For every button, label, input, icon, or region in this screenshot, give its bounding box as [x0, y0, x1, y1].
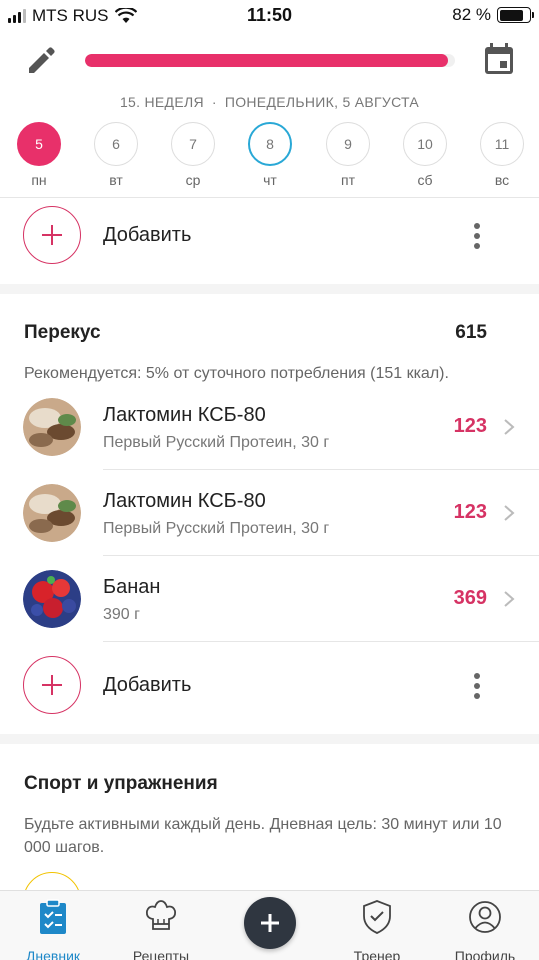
snack-total: 615: [455, 322, 487, 343]
day-mon[interactable]: 5 пн: [17, 122, 61, 188]
calorie-progress-bar: [85, 54, 455, 67]
add-circle-button[interactable]: [23, 206, 81, 264]
food-thumbnail: [23, 484, 81, 542]
status-bar: MTS RUS 11:50 82 %: [0, 0, 539, 32]
food-kcal: 369: [453, 587, 487, 609]
food-portion: 390 г: [103, 606, 140, 623]
day-name: сб: [417, 172, 433, 188]
diary-header: 15. НЕДЕЛЯ · ПОНЕДЕЛЬНИК, 5 АВГУСТА 5 пн 6…: [0, 32, 539, 192]
add-label: Добавить: [103, 674, 192, 696]
day-name: пт: [341, 172, 355, 188]
tab-label: Рецепты: [132, 948, 190, 960]
food-item[interactable]: Лактомин КСБ-80 Первый Русский Протеин, …: [0, 470, 539, 556]
diary-clipboard-icon: [40, 899, 66, 934]
tab-profile[interactable]: Профиль: [435, 899, 535, 960]
day-number: 11: [480, 122, 524, 166]
sport-title: Спорт и упражнения: [24, 773, 218, 794]
day-number: 10: [403, 122, 447, 166]
day-thu[interactable]: 8 чт: [248, 122, 292, 188]
chevron-right-icon: [504, 505, 515, 521]
battery-percent: 82 %: [452, 5, 491, 24]
day-fri[interactable]: 9 пт: [326, 122, 370, 188]
section-separator: [0, 734, 539, 744]
day-name: чт: [263, 172, 277, 188]
more-vertical-icon[interactable]: [471, 670, 483, 702]
edit-pencil-icon[interactable]: [24, 44, 58, 78]
separator-dot: ·: [211, 94, 217, 110]
more-vertical-icon[interactable]: [471, 220, 483, 252]
date-label: ПОНЕДЕЛЬНИК, 5 АВГУСТА: [224, 94, 420, 110]
week-date-line: 15. НЕДЕЛЯ · ПОНЕДЕЛЬНИК, 5 АВГУСТА: [0, 94, 539, 110]
row-divider: [103, 641, 539, 642]
snack-recommendation: Рекомендуется: 5% от суточного потреблен…: [24, 365, 449, 382]
bottom-tab-bar: Дневник Рецепты Тренер Профиль: [0, 890, 539, 960]
food-item[interactable]: Лактомин КСБ-80 Первый Русский Протеин, …: [0, 384, 539, 470]
add-row-prev-meal[interactable]: Добавить: [0, 196, 539, 276]
chef-hat-icon: [145, 900, 177, 930]
tab-label: Тренер: [353, 948, 401, 960]
food-kcal: 123: [453, 501, 487, 523]
food-thumbnail: [23, 398, 81, 456]
day-name: ср: [185, 172, 201, 188]
calendar-icon[interactable]: [483, 42, 515, 76]
add-entry-fab-button[interactable]: [244, 897, 296, 949]
plus-icon: [261, 914, 279, 932]
food-name: Лактомин КСБ-80: [103, 490, 266, 512]
food-name: Банан: [103, 576, 161, 598]
tab-diary[interactable]: Дневник: [3, 899, 103, 960]
day-number: 8: [248, 122, 292, 166]
day-sat[interactable]: 10 сб: [403, 122, 447, 188]
add-row-snack[interactable]: Добавить: [0, 646, 539, 726]
tab-label: Дневник: [25, 948, 81, 960]
tab-coach[interactable]: Тренер: [327, 899, 427, 960]
plus-icon: [42, 675, 62, 695]
day-number: 5: [17, 122, 61, 166]
shield-check-icon: [363, 900, 391, 934]
add-label: Добавить: [103, 224, 192, 246]
food-name: Лактомин КСБ-80: [103, 404, 266, 426]
food-portion: Первый Русский Протеин, 30 г: [103, 520, 330, 537]
day-number: 6: [94, 122, 138, 166]
food-kcal: 123: [453, 415, 487, 437]
day-name: вс: [494, 172, 510, 188]
chevron-right-icon: [504, 591, 515, 607]
food-portion: Первый Русский Протеин, 30 г: [103, 434, 330, 451]
sport-note: Будьте активными каждый день. Дневная це…: [24, 816, 502, 856]
tab-recipes[interactable]: Рецепты: [111, 899, 211, 960]
tab-label: Профиль: [454, 948, 516, 960]
day-sun[interactable]: 11 вс: [480, 122, 524, 188]
section-separator: [0, 284, 539, 294]
day-wed[interactable]: 7 ср: [171, 122, 215, 188]
food-thumbnail: [23, 570, 81, 628]
add-circle-button[interactable]: [23, 656, 81, 714]
plus-icon: [42, 225, 62, 245]
battery-icon: [497, 7, 534, 23]
day-name: пн: [31, 172, 47, 188]
snack-title: Перекус: [24, 322, 101, 343]
profile-avatar-icon: [469, 901, 501, 933]
day-tue[interactable]: 6 вт: [94, 122, 138, 188]
food-item[interactable]: Банан 390 г 369: [0, 556, 539, 642]
chevron-right-icon: [504, 419, 515, 435]
day-number: 7: [171, 122, 215, 166]
day-number: 9: [326, 122, 370, 166]
day-name: вт: [109, 172, 123, 188]
week-label: 15. НЕДЕЛЯ: [119, 94, 204, 110]
